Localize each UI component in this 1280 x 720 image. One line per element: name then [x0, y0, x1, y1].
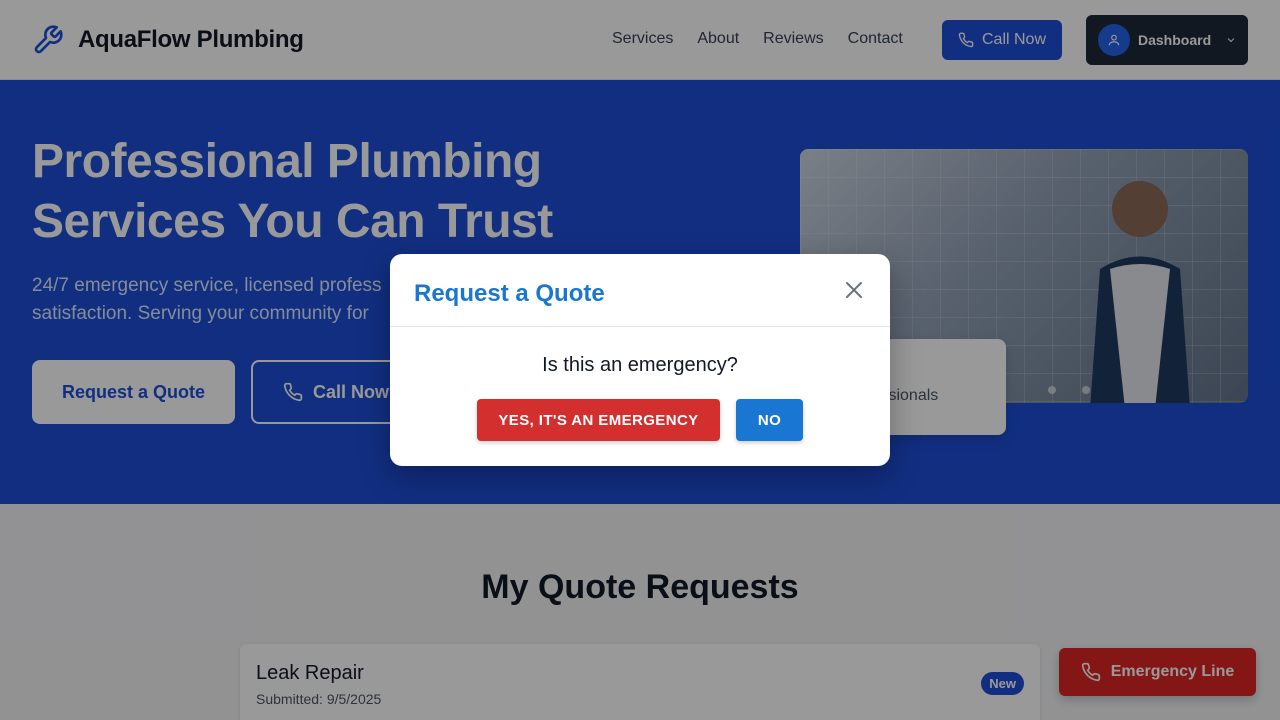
no-emergency-button[interactable]: NO [736, 399, 803, 441]
modal-question: Is this an emergency? [542, 354, 738, 376]
modal-title: Request a Quote [414, 280, 605, 307]
quote-modal: Request a Quote Is this an emergency? YE… [390, 254, 890, 466]
close-icon[interactable] [842, 278, 866, 302]
yes-emergency-button[interactable]: YES, IT'S AN EMERGENCY [477, 399, 720, 441]
modal-header: Request a Quote [390, 254, 890, 327]
